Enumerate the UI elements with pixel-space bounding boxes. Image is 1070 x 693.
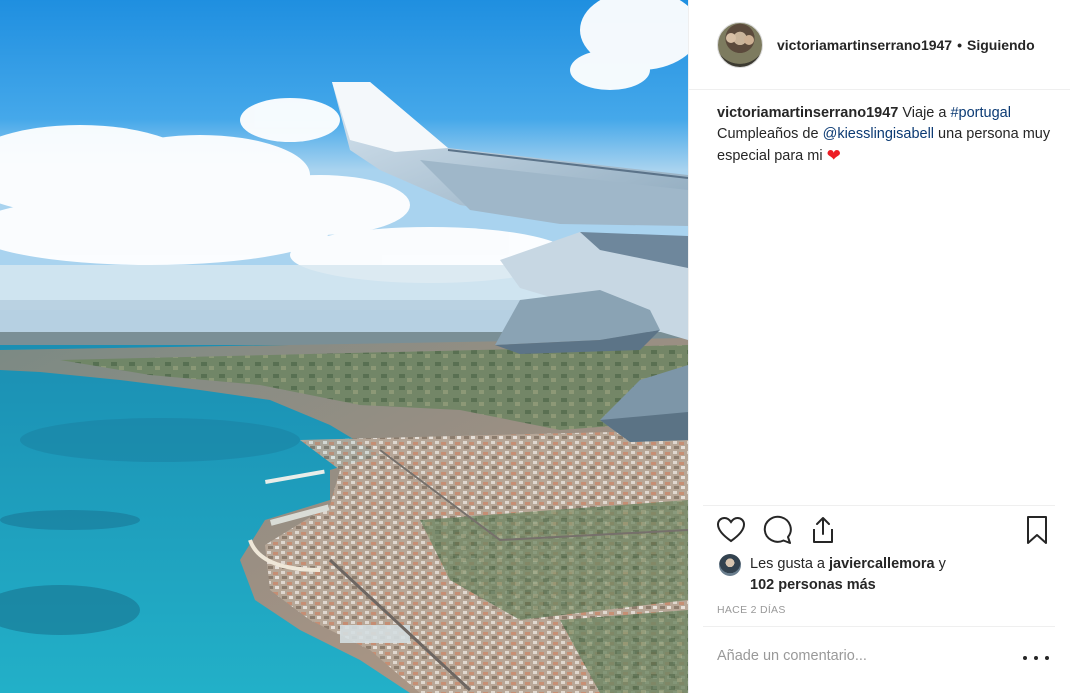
heart-emoji: ❤ bbox=[826, 146, 841, 165]
caption-text: Cumpleaños de bbox=[717, 126, 823, 142]
post-side-panel: victoriamartinserrano1947 • Siguiendo vi… bbox=[688, 0, 1070, 693]
share-button[interactable] bbox=[807, 514, 839, 546]
heart-icon bbox=[716, 516, 746, 543]
author-avatar[interactable] bbox=[717, 21, 763, 68]
likes-joiner: y bbox=[934, 556, 946, 572]
share-icon bbox=[813, 517, 833, 543]
following-button[interactable]: Siguiendo bbox=[967, 37, 1035, 53]
like-button[interactable] bbox=[715, 514, 747, 546]
likes-others-link[interactable]: 102 personas más bbox=[750, 577, 876, 593]
comment-input[interactable] bbox=[717, 648, 997, 664]
more-options-button[interactable] bbox=[1023, 648, 1049, 668]
more-options-icon bbox=[1023, 656, 1027, 660]
save-button[interactable] bbox=[1021, 514, 1053, 546]
likes-prefix: Les gusta a bbox=[750, 556, 829, 572]
comment-icon bbox=[763, 515, 792, 544]
divider bbox=[703, 505, 1055, 506]
first-liker-link[interactable]: javiercallemora bbox=[829, 556, 935, 572]
likes-text: Les gusta a javiercallemora y 102 person… bbox=[750, 554, 946, 596]
post-header: victoriamartinserrano1947 • Siguiendo bbox=[689, 0, 1070, 90]
header-separator: • bbox=[957, 36, 962, 53]
comment-button[interactable] bbox=[761, 514, 793, 546]
more-options-icon bbox=[1034, 656, 1038, 660]
post-photo[interactable] bbox=[0, 0, 688, 693]
post-timestamp[interactable]: HACE 2 DÍAS bbox=[717, 604, 786, 616]
hashtag-link[interactable]: #portugal bbox=[950, 105, 1010, 121]
bookmark-icon bbox=[1027, 516, 1047, 544]
likes-summary: Les gusta a javiercallemora y 102 person… bbox=[719, 554, 1049, 596]
more-options-icon bbox=[1045, 656, 1049, 660]
liker-avatar[interactable] bbox=[719, 554, 741, 576]
author-info: victoriamartinserrano1947 • Siguiendo bbox=[777, 37, 1049, 53]
author-username[interactable]: victoriamartinserrano1947 bbox=[777, 37, 952, 53]
post-caption: victoriamartinserrano1947 Viaje a #portu… bbox=[717, 103, 1057, 167]
mention-link[interactable]: @kiesslingisabell bbox=[823, 126, 934, 142]
caption-text: Viaje a bbox=[898, 105, 951, 121]
divider bbox=[703, 626, 1055, 627]
caption-username[interactable]: victoriamartinserrano1947 bbox=[717, 105, 898, 121]
airplane-window-view-image bbox=[0, 0, 688, 693]
